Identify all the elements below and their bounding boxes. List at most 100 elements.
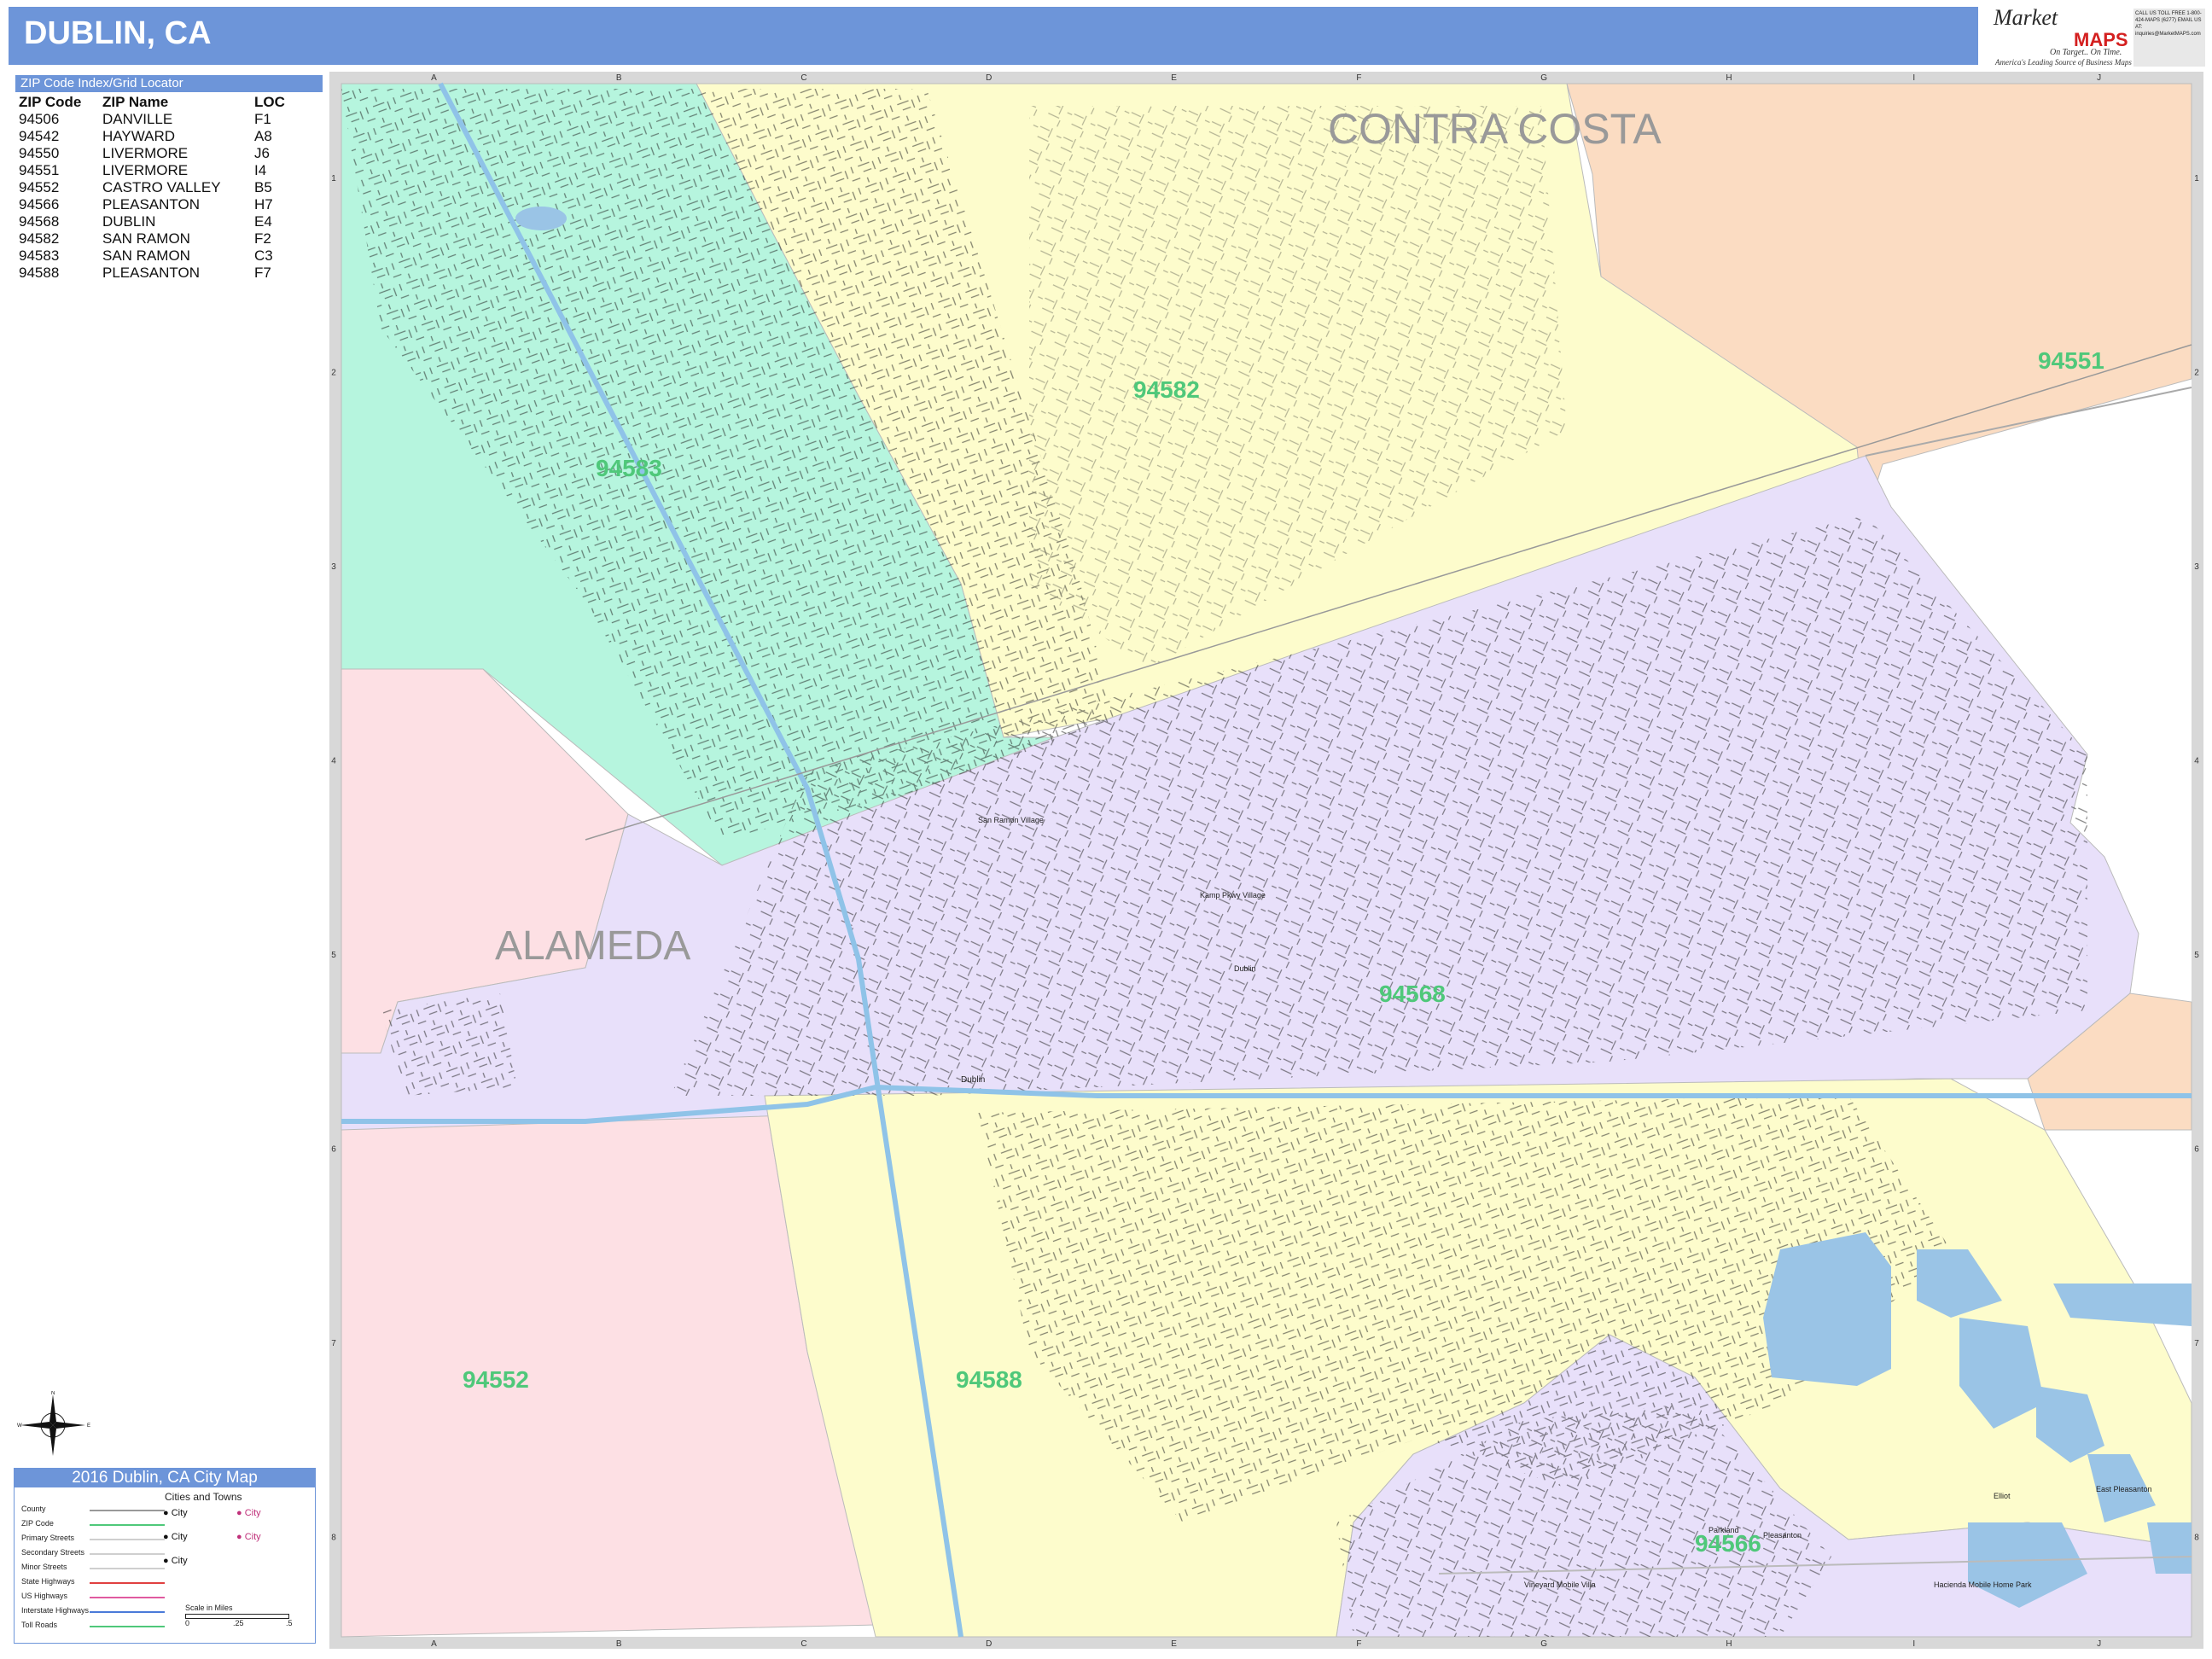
legend-item-swatch [90,1553,165,1555]
zip-index-row[interactable]: 94506 DANVILLE F1 [15,111,288,128]
zip-index-row[interactable]: 94568 DUBLIN E4 [15,213,288,230]
legend-city-medium: ● City [163,1532,188,1542]
legend-item-label: Interstate Highways [21,1606,90,1615]
grid-row-label: 1 [2194,174,2199,183]
place-label-pleasanton: Pleasanton [1763,1531,1802,1540]
grid-col-label: A [431,73,437,83]
compass-rose: N W E [17,1391,90,1456]
zip-index-row[interactable]: 94542 HAYWARD A8 [15,128,288,145]
zip-label-94568: 94568 [1379,981,1446,1007]
zip-label-94551: 94551 [2038,347,2104,374]
zip-index-row[interactable]: 94550 LIVERMORE J6 [15,145,288,162]
zip-loc-cell: J6 [254,145,270,161]
legend-city-small: ● City [163,1556,188,1566]
legend-item-swatch [90,1611,165,1613]
grid-row-label: 3 [331,562,336,572]
zip-code-cell: 94582 [19,230,60,247]
grid-col-label: D [986,1639,992,1649]
grid-col-label: C [800,73,806,83]
grid-col-label: G [1540,73,1547,83]
grid-row-label: 5 [331,951,336,960]
map-legend: 2016 Dublin, CA City Map County ZIP Code P… [14,1468,316,1644]
place-label-hacienda-mobile-home-park: Hacienda Mobile Home Park [1934,1580,2032,1589]
scale-tick-2: .5 [286,1619,293,1627]
water-reservoir-north [515,207,567,230]
grid-row-label: 8 [331,1533,336,1542]
legend-item-swatch [90,1626,165,1627]
grid-row-label: 2 [331,368,336,377]
grid-row-label: 8 [2194,1533,2199,1542]
logo-brand: Market [1994,5,2058,30]
legend-title: 2016 Dublin, CA City Map [15,1469,315,1487]
zip-index-row[interactable]: 94551 LIVERMORE I4 [15,162,288,179]
zip-index-table: ZIP Code ZIP Name LOC 94506 DANVILLE F1 945… [15,94,288,282]
legend-item-label: County [21,1505,46,1513]
zip-index-row[interactable]: 94588 PLEASANTON F7 [15,265,288,282]
svg-text:E: E [87,1423,90,1429]
scale-tick-0: 0 [185,1619,190,1627]
zip-index-panel: ZIP Code Index/Grid Locator ZIP Code ZIP… [15,75,323,282]
logo-tagline: On Target.. On Time. [2050,48,2122,57]
col-zip-name: ZIP Name [102,94,169,110]
grid-col-label: F [1356,1639,1361,1649]
zip-name-cell: LIVERMORE [102,162,189,178]
col-zip-code: ZIP Code [19,94,82,110]
svg-text:W: W [17,1423,22,1429]
zip-label-94588: 94588 [956,1366,1022,1393]
legend-item-label: ZIP Code [21,1519,54,1528]
legend-item-swatch [90,1597,165,1598]
grid-row-label: 6 [331,1144,336,1154]
zip-code-cell: 94588 [19,265,60,281]
zip-label-94552: 94552 [463,1366,529,1393]
legend-item-label: Secondary Streets [21,1548,85,1557]
place-label-kamp-village: Kamp Pkwy Village [1200,891,1266,899]
legend-city-large: ● City [163,1508,188,1518]
grid-col-label: C [800,1639,806,1649]
zip-code-cell: 94551 [19,162,60,178]
zip-code-cell: 94583 [19,247,60,264]
zip-code-map[interactable]: A A B B C C D D E E F F G G H H I I J J 1 1 2 2 3 3 4 4 5 5 6 6 7 7 8 8 CON… [329,72,2203,1649]
zip-name-cell: SAN RAMON [102,230,190,247]
grid-row-label: 4 [331,756,336,765]
grid-row-label: 3 [2194,562,2199,572]
place-label-east-pleasanton: East Pleasanton [2096,1485,2152,1493]
place-label-dublin-1: Dublin [1234,964,1256,973]
place-label-elliot: Elliot [1994,1492,2011,1500]
zip-name-cell: LIVERMORE [102,145,189,161]
zip-label-94583: 94583 [596,455,662,481]
col-loc: LOC [254,94,285,110]
zip-index-row[interactable]: 94583 SAN RAMON C3 [15,247,288,265]
zip-index-heading: ZIP Code Index/Grid Locator [15,75,323,92]
zip-name-cell: HAYWARD [102,128,175,144]
zip-loc-cell: E4 [254,213,272,230]
place-label-dublin-2: Dublin [961,1075,985,1085]
scale-title: Scale in Miles [185,1604,233,1612]
svg-text:N: N [51,1391,55,1396]
zip-index-row[interactable]: 94552 CASTRO VALLEY B5 [15,179,288,196]
logo-contact: CALL US TOLL FREE 1-800-424-MAPS (6277) … [2133,9,2205,67]
zip-loc-cell: F7 [254,265,271,281]
legend-item-swatch [90,1524,165,1526]
zip-code-cell: 94566 [19,196,60,212]
zip-index-row[interactable]: 94566 PLEASANTON H7 [15,196,288,213]
grid-col-label: D [986,73,992,83]
zip-loc-cell: A8 [254,128,272,144]
legend-item-label: US Highways [21,1592,68,1600]
legend-scale: Scale in Miles 0 .25 .5 [185,1604,296,1627]
map-title: DUBLIN, CA [24,15,212,51]
grid-row-label: 5 [2194,951,2199,960]
place-label-parkland: Parkland [1708,1526,1739,1534]
zip-loc-cell: F1 [254,111,271,127]
grid-col-label: H [1726,1639,1732,1649]
zip-code-cell: 94550 [19,145,60,161]
grid-col-label: E [1171,1639,1177,1649]
zip-index-row[interactable]: 94582 SAN RAMON F2 [15,230,288,247]
grid-col-label: B [616,73,622,83]
grid-col-label: J [2097,73,2101,83]
grid-col-label: A [431,1639,437,1649]
zip-index-header-row: ZIP Code ZIP Name LOC [15,94,288,111]
legend-item-label: Toll Roads [21,1621,58,1629]
zip-name-cell: DUBLIN [102,213,156,230]
grid-row-label: 4 [2194,756,2199,765]
grid-row-label: 1 [331,174,336,183]
